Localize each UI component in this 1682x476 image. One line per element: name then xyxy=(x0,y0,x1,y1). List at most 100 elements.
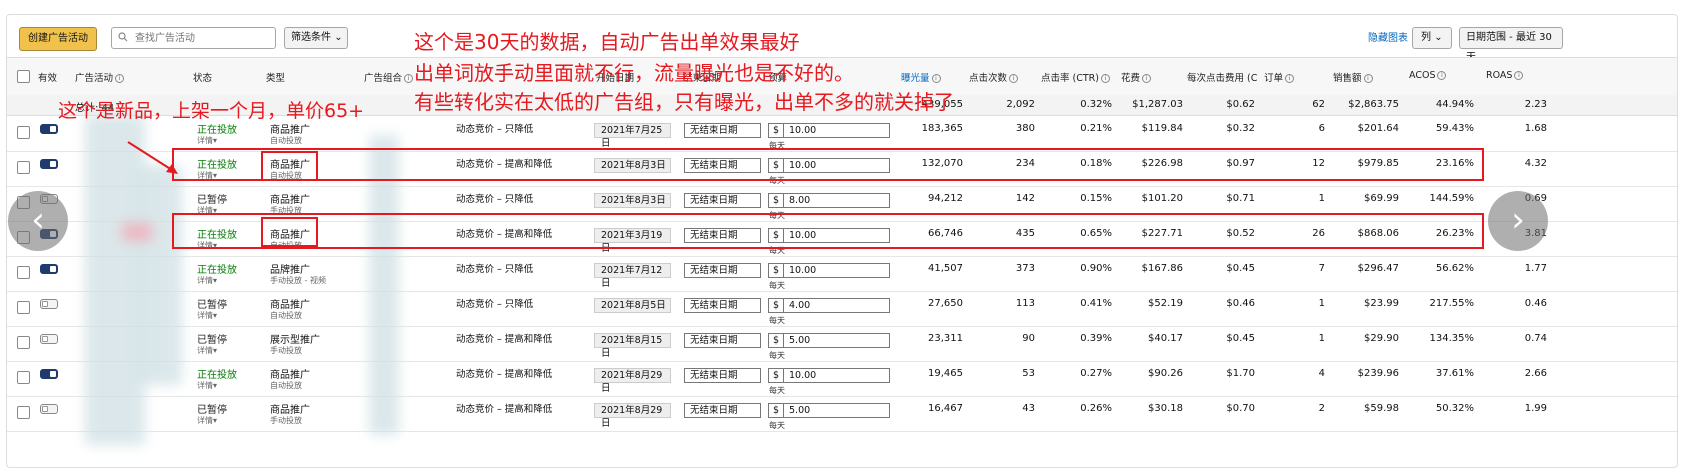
impressions-value: 23,311 xyxy=(928,333,963,344)
hide-chart-link[interactable]: 隐藏图表 xyxy=(1368,29,1408,44)
info-icon: i xyxy=(1009,74,1019,83)
detail-label: 详情 xyxy=(197,311,213,320)
create-campaign-button[interactable]: 创建广告活动 xyxy=(19,27,97,51)
table-row[interactable]: 正在投放 详情▾ 商品推广 自动投放 动态竞价 – 提高和降低 2021年8月29日 无结束… xyxy=(7,361,1677,397)
end-date-field[interactable]: 无结束日期 xyxy=(684,333,761,348)
acos-value: 50.32% xyxy=(1435,403,1474,414)
table-row[interactable]: 已暂停 详情▾ 展示型推广 手动投放 动态竞价 – 提高和降低 2021年8月15日 无结束… xyxy=(7,326,1677,362)
roas-value: 1.99 xyxy=(1524,403,1547,414)
roas-value: 0.74 xyxy=(1524,333,1547,344)
end-date-field[interactable]: 无结束日期 xyxy=(684,123,761,138)
active-toggle[interactable] xyxy=(40,334,58,344)
budget-input[interactable]: $5.00 xyxy=(768,333,890,348)
acos-value: 217.55% xyxy=(1429,298,1475,309)
highlight-box-row4 xyxy=(172,213,1484,249)
budget-input[interactable]: $10.00 xyxy=(768,368,890,383)
active-toggle[interactable] xyxy=(40,159,58,169)
columns-button[interactable]: 列 ⌄ xyxy=(1412,27,1452,49)
row-checkbox[interactable] xyxy=(17,301,30,314)
filter-dropdown[interactable]: 筛选条件 ⌄ xyxy=(284,27,348,49)
active-toggle[interactable] xyxy=(40,299,58,309)
row-checkbox[interactable] xyxy=(17,161,30,174)
columns-label: 列 xyxy=(1421,32,1431,43)
targeting-text: 自动投放 xyxy=(270,311,302,320)
detail-label: 详情 xyxy=(197,381,213,390)
currency-symbol: $ xyxy=(769,404,784,417)
row-checkbox[interactable] xyxy=(17,336,30,349)
active-toggle[interactable] xyxy=(40,369,58,379)
sales-value: $59.98 xyxy=(1364,403,1399,414)
detail-link[interactable]: 详情▾ xyxy=(197,135,217,146)
search-input[interactable] xyxy=(133,31,275,45)
col-status[interactable]: 状态 xyxy=(193,70,212,84)
col-ctr[interactable]: 点击率 (CTR) i xyxy=(1041,70,1110,84)
info-icon: i xyxy=(1142,74,1152,83)
spend-value: $30.18 xyxy=(1148,403,1183,414)
impressions-value: 183,365 xyxy=(921,123,963,134)
row-checkbox[interactable] xyxy=(17,266,30,279)
next-arrow-button[interactable]: › xyxy=(1488,191,1548,251)
orders-value: 1 xyxy=(1318,298,1325,309)
search-box[interactable] xyxy=(111,27,276,49)
col-spend[interactable]: 花费 i xyxy=(1121,70,1152,84)
select-all-checkbox[interactable] xyxy=(17,70,30,83)
col-active[interactable]: 有效 xyxy=(38,70,57,84)
row-checkbox[interactable] xyxy=(17,371,30,384)
totals-ctr: 0.32% xyxy=(1080,99,1112,110)
detail-link[interactable]: 详情▾ xyxy=(197,380,217,391)
detail-link[interactable]: 详情▾ xyxy=(197,415,217,426)
col-orders[interactable]: 订单 i xyxy=(1264,70,1295,84)
col-sales[interactable]: 销售额 i xyxy=(1333,70,1373,84)
budget-input[interactable]: $10.00 xyxy=(768,263,890,278)
budget-input[interactable]: $4.00 xyxy=(768,298,890,313)
col-type[interactable]: 类型 xyxy=(266,70,285,84)
budget-value: 4.00 xyxy=(789,300,811,311)
col-campaign[interactable]: 广告活动 i xyxy=(75,70,125,84)
end-date-field[interactable]: 无结束日期 xyxy=(684,298,761,313)
ctr-value: 0.41% xyxy=(1080,298,1112,309)
table-row[interactable]: 已暂停 详情▾ 商品推广 手动投放 动态竞价 – 提高和降低 2021年8月29日 无结束日… xyxy=(7,396,1677,432)
budget-input[interactable]: $8.00 xyxy=(768,193,890,208)
per-day-label: 每天 xyxy=(769,351,785,360)
active-toggle[interactable] xyxy=(40,404,58,414)
end-date-field[interactable]: 无结束日期 xyxy=(684,263,761,278)
orders-value: 6 xyxy=(1318,123,1325,134)
row-checkbox[interactable] xyxy=(17,406,30,419)
chevron-left-icon: ‹ xyxy=(31,200,45,240)
col-cpc[interactable]: 每次点击费用 (CPC) xyxy=(1187,70,1257,84)
prev-arrow-button[interactable]: ‹ xyxy=(8,191,68,251)
detail-link[interactable]: 详情▾ xyxy=(197,345,217,356)
sales-value: $239.96 xyxy=(1357,368,1399,379)
ctr-value: 0.27% xyxy=(1080,368,1112,379)
budget-input[interactable]: $5.00 xyxy=(768,403,890,418)
detail-link[interactable]: 详情▾ xyxy=(197,310,217,321)
col-acos[interactable]: ACOS i xyxy=(1409,70,1447,81)
table-row[interactable]: 正在投放 详情▾ 品牌推广 手动投放 - 视频 动态竞价 – 只降低 2021年7月12日… xyxy=(7,256,1677,292)
col-portfolio[interactable]: 广告组合 i xyxy=(364,70,414,84)
cpc-value: $0.45 xyxy=(1226,333,1255,344)
end-date-field[interactable]: 无结束日期 xyxy=(684,403,761,418)
per-day-label: 每天 xyxy=(769,281,785,290)
col-clicks[interactable]: 点击次数 i xyxy=(969,70,1019,84)
table-row[interactable]: 已暂停 详情▾ 商品推广 自动投放 动态竞价 – 只降低 2021年8月5日 无结束日期 $4… xyxy=(7,291,1677,327)
col-impressions[interactable]: 曝光量 i xyxy=(901,70,941,84)
info-icon: i xyxy=(1285,74,1295,83)
budget-input[interactable]: $10.00 xyxy=(768,123,890,138)
type-text: 商品推广 xyxy=(270,195,310,206)
col-roas[interactable]: ROAS i xyxy=(1486,70,1524,81)
row-checkbox[interactable] xyxy=(17,126,30,139)
date-range-button[interactable]: 日期范围 - 最近 30 天 xyxy=(1459,27,1563,63)
per-day-label: 每天 xyxy=(769,386,785,395)
impressions-value: 27,650 xyxy=(928,298,963,309)
detail-link[interactable]: 详情▾ xyxy=(197,275,217,286)
caret-down-icon: ▾ xyxy=(213,381,218,390)
bidding-strategy: 动态竞价 – 提高和降低 xyxy=(456,404,553,415)
active-toggle[interactable] xyxy=(40,124,58,134)
impressions-value: 94,212 xyxy=(928,193,963,204)
info-icon: i xyxy=(115,74,125,83)
budget-value: 5.00 xyxy=(789,335,811,346)
end-date-field[interactable]: 无结束日期 xyxy=(684,193,761,208)
active-toggle[interactable] xyxy=(40,264,58,274)
chevron-down-icon: ⌄ xyxy=(334,32,343,43)
end-date-field[interactable]: 无结束日期 xyxy=(684,368,761,383)
